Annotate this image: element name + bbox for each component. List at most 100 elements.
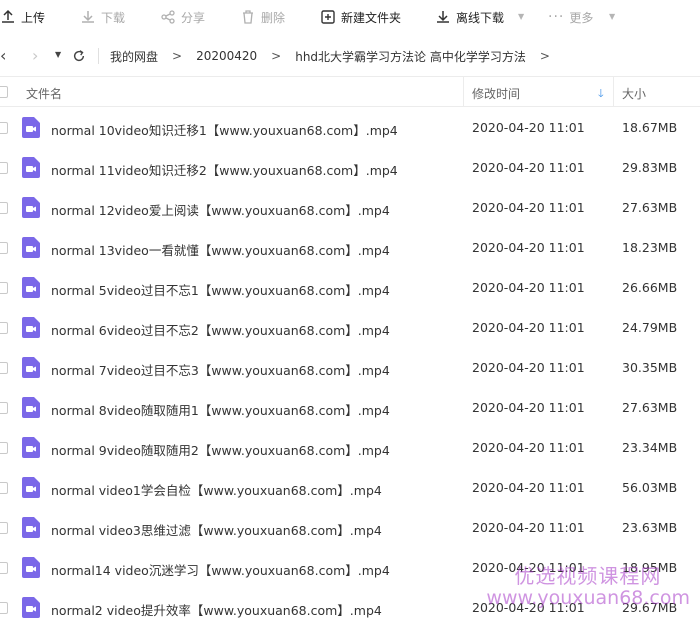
- more-label: 更多: [569, 10, 594, 25]
- history-dropdown-icon[interactable]: ▼: [55, 50, 61, 59]
- refresh-icon[interactable]: [72, 49, 86, 63]
- forward-arrow-icon[interactable]: ›: [32, 46, 38, 65]
- file-name[interactable]: normal 11video知识迁移2【www.youxuan68.com】.m…: [51, 160, 398, 179]
- video-file-icon: [22, 117, 40, 138]
- table-row[interactable]: normal video3思维过滤【www.youxuan68.com】.mp4…: [0, 508, 700, 548]
- table-row[interactable]: normal 10video知识迁移1【www.youxuan68.com】.m…: [0, 108, 700, 148]
- video-file-icon: [22, 197, 40, 218]
- file-size: 24.79MB: [622, 320, 678, 335]
- row-checkbox[interactable]: [0, 202, 8, 214]
- table-row[interactable]: normal 8video随取随用1【www.youxuan68.com】.mp…: [0, 388, 700, 428]
- share-icon: [161, 10, 175, 24]
- row-checkbox[interactable]: [0, 402, 8, 414]
- video-file-icon: [22, 397, 40, 418]
- file-size: 56.03MB: [622, 480, 678, 495]
- offline-download-button[interactable]: 离线下载: [435, 0, 504, 34]
- table-row[interactable]: normal 9video随取随用2【www.youxuan68.com】.mp…: [0, 428, 700, 468]
- delete-label: 删除: [261, 10, 286, 25]
- table-row[interactable]: normal 13video一看就懂【www.youxuan68.com】.mp…: [0, 228, 700, 268]
- offline-download-dropdown-icon[interactable]: ▼: [518, 12, 524, 21]
- upload-label: 上传: [21, 10, 46, 25]
- nav-divider: [98, 48, 99, 64]
- table-row[interactable]: normal video1学会自检【www.youxuan68.com】.mp4…: [0, 468, 700, 508]
- table-row[interactable]: normal 5video过目不忘1【www.youxuan68.com】.mp…: [0, 268, 700, 308]
- video-file-icon: [22, 317, 40, 338]
- video-file-icon: [22, 357, 40, 378]
- file-size: 27.63MB: [622, 400, 678, 415]
- video-file-icon: [22, 277, 40, 298]
- file-modified: 2020-04-20 11:01: [472, 320, 585, 335]
- file-modified: 2020-04-20 11:01: [472, 520, 585, 535]
- sort-arrow-icon[interactable]: 🡓: [598, 85, 604, 104]
- file-size: 29.67MB: [622, 600, 678, 615]
- file-name[interactable]: normal 10video知识迁移1【www.youxuan68.com】.m…: [51, 120, 398, 139]
- file-name[interactable]: normal14 video沉迷学习【www.youxuan68.com】.mp…: [51, 560, 390, 579]
- file-name[interactable]: normal 12video爱上阅读【www.youxuan68.com】.mp…: [51, 200, 390, 219]
- row-checkbox[interactable]: [0, 362, 8, 374]
- download-button[interactable]: 下载: [80, 0, 125, 34]
- file-name[interactable]: normal video1学会自检【www.youxuan68.com】.mp4: [51, 480, 382, 499]
- table-row[interactable]: normal2 video提升效率【www.youxuan68.com】.mp4…: [0, 588, 700, 628]
- row-checkbox[interactable]: [0, 442, 8, 454]
- column-header-name[interactable]: 文件名: [26, 85, 62, 102]
- row-checkbox[interactable]: [0, 482, 8, 494]
- column-divider[interactable]: [613, 77, 614, 107]
- more-button[interactable]: ··· 更多: [548, 0, 593, 34]
- file-name[interactable]: normal video3思维过滤【www.youxuan68.com】.mp4: [51, 520, 382, 539]
- file-modified: 2020-04-20 11:01: [472, 600, 585, 615]
- breadcrumb-item-my-drive[interactable]: 我的网盘: [110, 48, 158, 65]
- breadcrumb-item-folder[interactable]: 20200420: [196, 49, 257, 63]
- table-row[interactable]: normal 6video过目不忘2【www.youxuan68.com】.mp…: [0, 308, 700, 348]
- file-name[interactable]: normal 13video一看就懂【www.youxuan68.com】.mp…: [51, 240, 390, 259]
- row-checkbox[interactable]: [0, 322, 8, 334]
- row-checkbox[interactable]: [0, 162, 8, 174]
- file-name[interactable]: normal 9video随取随用2【www.youxuan68.com】.mp…: [51, 440, 390, 459]
- file-name[interactable]: normal 5video过目不忘1【www.youxuan68.com】.mp…: [51, 280, 390, 299]
- table-row[interactable]: normal 11video知识迁移2【www.youxuan68.com】.m…: [0, 148, 700, 188]
- file-name[interactable]: normal2 video提升效率【www.youxuan68.com】.mp4: [51, 600, 382, 619]
- row-checkbox[interactable]: [0, 562, 8, 574]
- table-row[interactable]: normal14 video沉迷学习【www.youxuan68.com】.mp…: [0, 548, 700, 588]
- file-list: normal 10video知识迁移1【www.youxuan68.com】.m…: [0, 108, 700, 628]
- offline-download-label: 离线下载: [456, 10, 505, 25]
- breadcrumb-item-current[interactable]: hhd北大学霸学习方法论 高中化学学习方法: [295, 48, 526, 65]
- delete-button[interactable]: 删除: [240, 0, 285, 34]
- navigation-bar: ‹ › ▼ 我的网盘 > 20200420 > hhd北大学霸学习方法论 高中化…: [0, 40, 700, 72]
- row-checkbox[interactable]: [0, 122, 8, 134]
- offline-download-icon: [437, 11, 449, 23]
- video-file-icon: [22, 437, 40, 458]
- more-dropdown-icon[interactable]: ▼: [609, 12, 615, 21]
- breadcrumb: 我的网盘 > 20200420 > hhd北大学霸学习方法论 高中化学学习方法 …: [110, 40, 564, 72]
- file-modified: 2020-04-20 11:01: [472, 160, 585, 175]
- file-size: 18.23MB: [622, 240, 678, 255]
- breadcrumb-separator-icon: >: [539, 49, 550, 63]
- column-header-size[interactable]: 大小: [622, 85, 646, 102]
- table-row[interactable]: normal 7video过目不忘3【www.youxuan68.com】.mp…: [0, 348, 700, 388]
- file-name[interactable]: normal 8video随取随用1【www.youxuan68.com】.mp…: [51, 400, 390, 419]
- table-row[interactable]: normal 12video爱上阅读【www.youxuan68.com】.mp…: [0, 188, 700, 228]
- share-button[interactable]: 分享: [160, 0, 205, 34]
- column-header-modified[interactable]: 修改时间: [472, 85, 520, 102]
- back-arrow-icon[interactable]: ‹: [0, 46, 6, 65]
- file-size: 27.63MB: [622, 200, 678, 215]
- file-size: 18.95MB: [622, 560, 678, 575]
- more-dots-icon: ···: [548, 9, 565, 25]
- row-checkbox[interactable]: [0, 242, 8, 254]
- select-all-checkbox[interactable]: [0, 86, 8, 98]
- file-name[interactable]: normal 7video过目不忘3【www.youxuan68.com】.mp…: [51, 360, 390, 379]
- upload-icon: [2, 9, 14, 23]
- file-modified: 2020-04-20 11:01: [472, 240, 585, 255]
- breadcrumb-separator-icon: >: [271, 49, 282, 63]
- file-modified: 2020-04-20 11:01: [472, 120, 585, 135]
- file-modified: 2020-04-20 11:01: [472, 480, 585, 495]
- row-checkbox[interactable]: [0, 282, 8, 294]
- row-checkbox[interactable]: [0, 602, 8, 614]
- file-list-header: 文件名 修改时间 🡓 大小: [0, 76, 700, 107]
- upload-button[interactable]: 上传: [0, 0, 45, 34]
- column-divider[interactable]: [463, 77, 464, 107]
- trash-icon: [243, 10, 253, 24]
- download-label: 下载: [101, 10, 126, 25]
- file-name[interactable]: normal 6video过目不忘2【www.youxuan68.com】.mp…: [51, 320, 390, 339]
- row-checkbox[interactable]: [0, 522, 8, 534]
- new-folder-button[interactable]: 新建文件夹: [320, 0, 401, 34]
